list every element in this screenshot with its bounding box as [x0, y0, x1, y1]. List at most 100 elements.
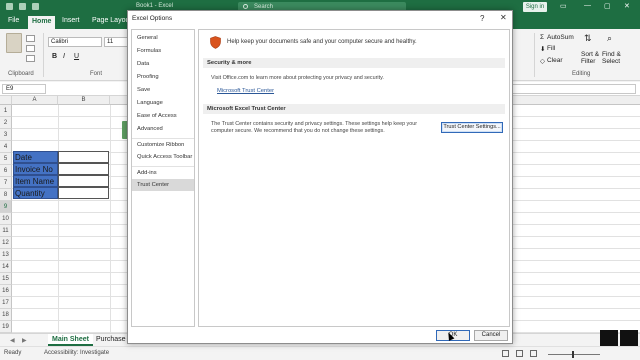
zoom-knob[interactable] — [572, 351, 574, 358]
cancel-button[interactable]: Cancel — [474, 330, 508, 341]
tab-page-layout[interactable]: Page Layout — [92, 17, 131, 24]
name-box[interactable]: E9 — [2, 84, 46, 94]
row-header[interactable]: 18 — [0, 309, 12, 321]
row-header[interactable]: 9 — [0, 201, 12, 213]
nav-customize-ribbon[interactable]: Customize Ribbon — [132, 138, 194, 150]
italic-button[interactable]: I — [63, 53, 65, 60]
row-header[interactable]: 10 — [0, 213, 12, 225]
row-header[interactable]: 13 — [0, 249, 12, 261]
dialog-title: Excel Options — [132, 15, 173, 22]
sheet-next-icon[interactable]: ▶ — [22, 337, 27, 344]
formula-input[interactable] — [512, 84, 636, 94]
quick-access-toolbar — [6, 3, 39, 10]
nav-language[interactable]: Language — [132, 97, 194, 109]
clear-button[interactable]: Clear — [547, 57, 563, 64]
row-header[interactable]: 7 — [0, 177, 12, 189]
value-cell-date[interactable] — [58, 151, 109, 163]
value-cell-invoice[interactable] — [58, 163, 109, 175]
row-header[interactable]: 6 — [0, 165, 12, 177]
fill-button[interactable]: Fill — [547, 45, 555, 52]
sheet-prev-icon[interactable]: ◀ — [10, 337, 15, 344]
ribbon-display-icon[interactable]: ▭ — [560, 2, 567, 10]
nav-quick-access-toolbar[interactable]: Quick Access Toolbar — [132, 151, 194, 163]
nav-proofing[interactable]: Proofing — [132, 71, 194, 83]
sort-filter-button[interactable]: Sort & — [581, 51, 599, 58]
zoom-slider[interactable] — [548, 354, 600, 355]
row-header[interactable]: 2 — [0, 117, 12, 129]
save-icon[interactable] — [19, 3, 26, 10]
row-header[interactable]: 12 — [0, 237, 12, 249]
paste-icon[interactable] — [6, 33, 22, 53]
underline-button[interactable]: U — [74, 53, 79, 60]
sort-filter-button-line2[interactable]: Filter — [581, 58, 595, 65]
find-select-icon[interactable]: ⌕ — [607, 33, 612, 44]
normal-view-icon[interactable] — [502, 350, 509, 357]
copy-icon[interactable] — [26, 45, 35, 52]
nav-trust-center[interactable]: Trust Center — [132, 179, 194, 191]
shield-icon — [210, 36, 221, 49]
autosum-button[interactable]: AutoSum — [547, 34, 574, 41]
nav-advanced[interactable]: Advanced — [132, 123, 194, 135]
row-header[interactable]: 8 — [0, 189, 12, 201]
sign-in-button[interactable]: Sign in — [523, 2, 547, 12]
font-size-box[interactable]: 11 — [104, 37, 128, 47]
row-header[interactable]: 11 — [0, 225, 12, 237]
label-cell-item[interactable]: Item Name — [13, 175, 58, 187]
video-control-icon[interactable] — [600, 330, 618, 346]
font-name-box[interactable]: Calibri — [48, 37, 102, 47]
nav-add-ins[interactable]: Add-ins — [132, 166, 194, 178]
nav-general[interactable]: General — [132, 32, 194, 44]
cut-icon[interactable] — [26, 35, 35, 42]
page-layout-view-icon[interactable] — [516, 350, 523, 357]
nav-ease-of-access[interactable]: Ease of Access — [132, 110, 194, 122]
undo-icon[interactable] — [32, 3, 39, 10]
accessibility-status[interactable]: Accessibility: Investigate — [44, 350, 109, 356]
trust-text-line1: The Trust Center contains security and p… — [211, 121, 418, 127]
select-all-corner[interactable] — [0, 96, 12, 105]
value-cell-item[interactable] — [58, 175, 109, 187]
nav-formulas[interactable]: Formulas — [132, 45, 194, 57]
tab-file[interactable]: File — [8, 17, 19, 24]
format-painter-icon[interactable] — [26, 55, 35, 62]
row-header[interactable]: 19 — [0, 321, 12, 333]
row-header[interactable]: 5 — [0, 153, 12, 165]
column-header-b[interactable]: B — [58, 96, 110, 105]
find-select-button-line2[interactable]: Select — [602, 58, 620, 65]
row-header[interactable]: 1 — [0, 105, 12, 117]
minimize-icon[interactable]: — — [584, 2, 591, 9]
row-header[interactable]: 16 — [0, 285, 12, 297]
nav-data[interactable]: Data — [132, 58, 194, 70]
autosum-icon[interactable]: Σ — [540, 34, 544, 41]
nav-save[interactable]: Save — [132, 84, 194, 96]
dialog-close-icon[interactable]: ✕ — [500, 13, 507, 22]
find-select-button[interactable]: Find & — [602, 51, 621, 58]
label-cell-invoice[interactable]: Invoice No — [13, 163, 58, 175]
search-icon — [243, 4, 248, 9]
clipboard-group-label: Clipboard — [8, 71, 34, 77]
fill-icon[interactable]: ⬇ — [540, 45, 545, 53]
row-header[interactable]: 15 — [0, 273, 12, 285]
row-header[interactable]: 17 — [0, 297, 12, 309]
maximize-icon[interactable]: ▢ — [604, 2, 611, 10]
row-header[interactable]: 4 — [0, 141, 12, 153]
row-header[interactable]: 14 — [0, 261, 12, 273]
sheet-tab-main[interactable]: Main Sheet — [48, 334, 93, 346]
video-control-icon-2[interactable] — [620, 330, 638, 346]
sort-filter-icon[interactable]: ⇅ — [584, 33, 592, 44]
tab-insert[interactable]: Insert — [62, 17, 80, 24]
tab-home[interactable]: Home — [28, 16, 56, 29]
close-icon[interactable]: ✕ — [624, 2, 630, 10]
column-header-a[interactable]: A — [12, 96, 58, 105]
clear-icon[interactable]: ◇ — [540, 57, 545, 65]
help-icon[interactable]: ? — [480, 14, 484, 23]
label-cell-quantity[interactable]: Quantity — [13, 187, 58, 199]
label-cell-date[interactable]: Date — [13, 151, 58, 163]
value-cell-quantity[interactable] — [58, 187, 109, 199]
bold-button[interactable]: B — [52, 53, 57, 60]
row-header[interactable]: 3 — [0, 129, 12, 141]
autosave-icon[interactable] — [6, 3, 13, 10]
trust-center-settings-button[interactable]: Trust Center Settings... — [441, 122, 503, 133]
page-break-view-icon[interactable] — [530, 350, 537, 357]
microsoft-trust-center-link[interactable]: Microsoft Trust Center — [217, 88, 274, 94]
sheet-tab-purchase[interactable]: Purchase — [92, 334, 130, 346]
